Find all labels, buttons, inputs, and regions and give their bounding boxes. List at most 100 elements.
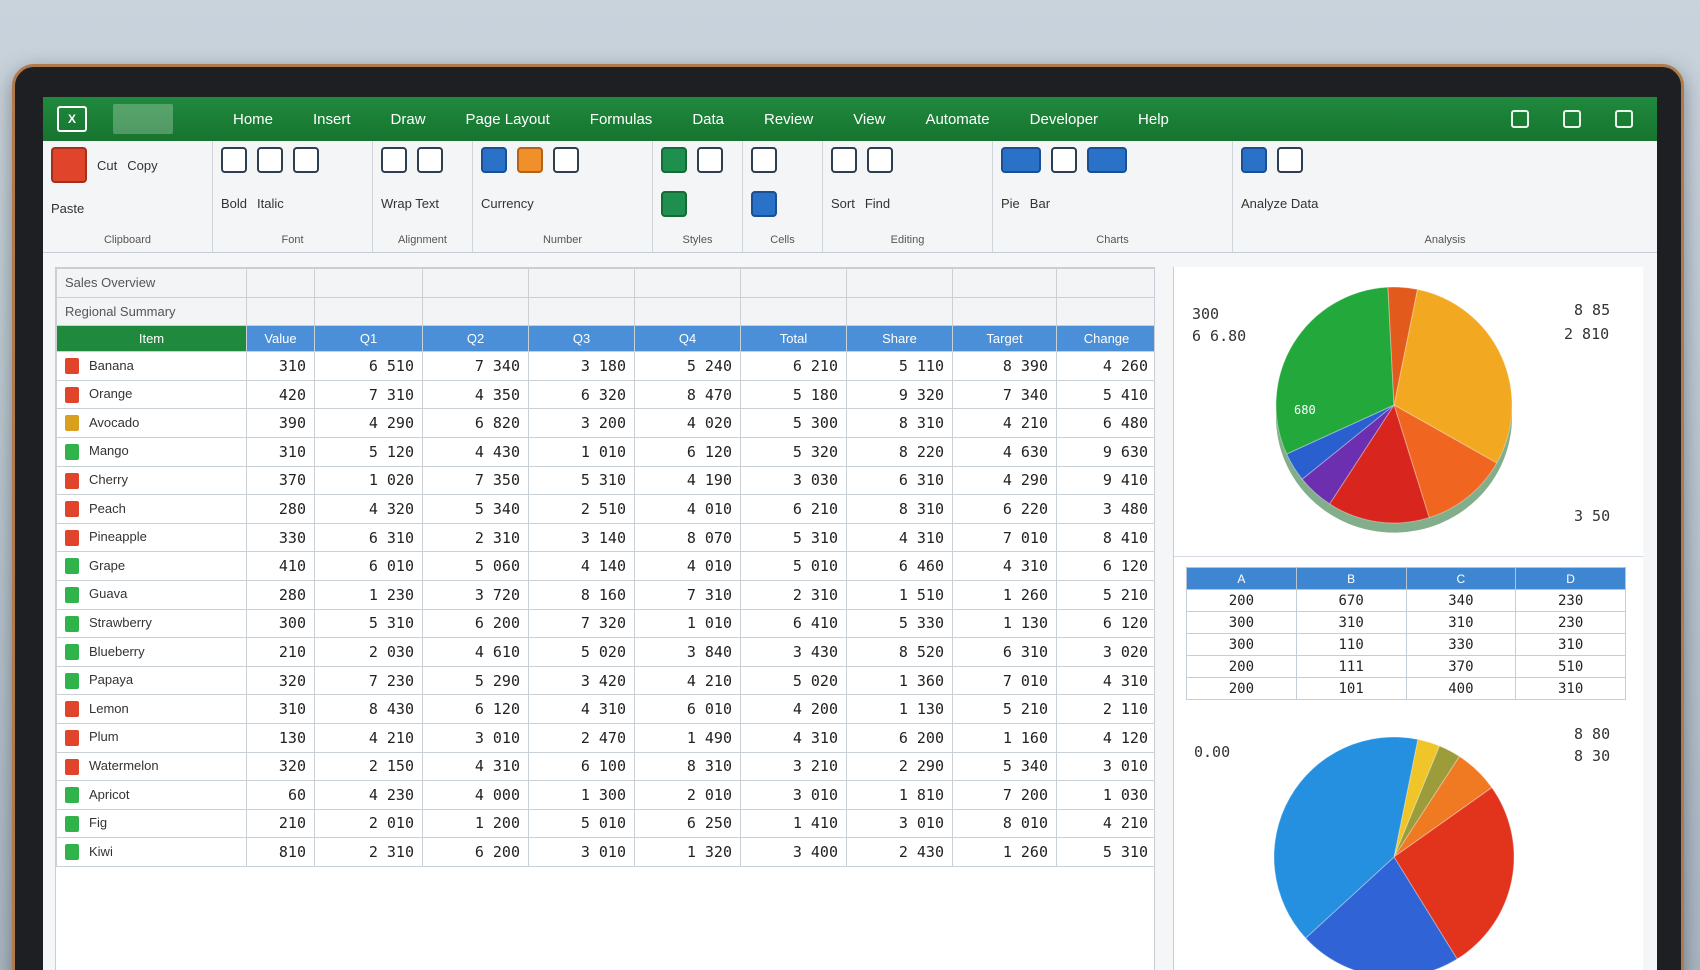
spreadsheet-icon[interactable]: X xyxy=(57,106,87,132)
paste-icon[interactable] xyxy=(51,147,87,183)
table-cell[interactable]: 2 310 xyxy=(422,522,529,553)
table-cell[interactable]: 2 470 xyxy=(528,722,635,753)
table-cell[interactable]: 6 010 xyxy=(634,694,741,724)
table-cell[interactable]: 6 200 xyxy=(422,837,529,867)
restore-icon[interactable] xyxy=(1563,110,1581,128)
table-cell[interactable]: 5 110 xyxy=(846,351,953,381)
row-name-cell[interactable]: Apricot xyxy=(56,780,247,810)
table-cell[interactable]: 5 320 xyxy=(740,436,847,467)
table-cell[interactable]: 7 200 xyxy=(952,780,1057,810)
table-cell[interactable]: 4 010 xyxy=(634,551,741,581)
table-cell[interactable]: 3 010 xyxy=(422,722,529,753)
menu-home[interactable]: Home xyxy=(213,111,293,128)
row-name-cell[interactable]: Banana xyxy=(56,351,247,381)
table-cell[interactable]: 4 350 xyxy=(422,379,529,410)
table-cell[interactable]: 6 200 xyxy=(422,608,529,639)
italic-icon[interactable] xyxy=(257,147,283,173)
table-cell[interactable]: 5 010 xyxy=(740,551,847,581)
paste-button[interactable]: Paste xyxy=(51,201,204,216)
row-name-cell[interactable]: Peach xyxy=(56,494,247,524)
table-cell[interactable]: 5 010 xyxy=(528,808,635,839)
table-cell[interactable]: 5 210 xyxy=(952,694,1057,724)
table-cell[interactable]: 4 630 xyxy=(952,436,1057,467)
table-cell[interactable]: 2 010 xyxy=(634,780,741,810)
table-cell[interactable]: 7 340 xyxy=(952,379,1057,410)
table-cell[interactable]: 6 200 xyxy=(846,722,953,753)
table-cell[interactable]: 4 190 xyxy=(634,465,741,496)
table-cell[interactable]: 5 020 xyxy=(528,637,635,667)
table-cell[interactable]: 1 510 xyxy=(846,579,953,610)
table-cell[interactable]: 2 030 xyxy=(314,637,423,667)
column-header[interactable]: Share xyxy=(846,325,953,353)
column-header[interactable]: Q2 xyxy=(422,325,529,353)
table-cell[interactable]: 3 010 xyxy=(846,808,953,839)
sheet-title-cell[interactable]: Sales Overview xyxy=(56,268,247,298)
column-header[interactable]: D xyxy=(1515,567,1626,590)
table-cell[interactable]: 9 320 xyxy=(846,379,953,410)
row-name-cell[interactable]: Watermelon xyxy=(56,751,247,782)
table-cell[interactable]: 2 110 xyxy=(1056,694,1154,724)
menu-insert[interactable]: Insert xyxy=(293,111,371,128)
table-cell[interactable]: 4 210 xyxy=(634,665,741,696)
table-cell[interactable]: 4 430 xyxy=(422,436,529,467)
table-cell[interactable]: 310 xyxy=(246,436,315,467)
comma-icon[interactable] xyxy=(553,147,579,173)
menu-review[interactable]: Review xyxy=(744,111,833,128)
table-cell[interactable]: 300 xyxy=(1186,611,1297,634)
table-cell[interactable]: 5 310 xyxy=(528,465,635,496)
bold-button[interactable]: Bold xyxy=(221,196,247,211)
table-cell[interactable]: 7 010 xyxy=(952,665,1057,696)
bold-icon[interactable] xyxy=(221,147,247,173)
table-cell[interactable]: 60 xyxy=(246,780,315,810)
table-cell[interactable]: 3 020 xyxy=(1056,637,1154,667)
table-cell[interactable]: 310 xyxy=(246,351,315,381)
table-cell[interactable]: 4 120 xyxy=(1056,722,1154,753)
copy-button[interactable]: Copy xyxy=(127,158,157,173)
row-name-cell[interactable]: Orange xyxy=(56,379,247,410)
column-header[interactable]: Value xyxy=(246,325,315,353)
table-cell[interactable]: 320 xyxy=(246,751,315,782)
table-cell[interactable]: 7 350 xyxy=(422,465,529,496)
table-cell[interactable]: 3 840 xyxy=(634,637,741,667)
table-cell[interactable]: 2 430 xyxy=(846,837,953,867)
table-cell[interactable]: 3 210 xyxy=(740,751,847,782)
row-name-cell[interactable]: Cherry xyxy=(56,465,247,496)
table-cell[interactable]: 5 060 xyxy=(422,551,529,581)
row-name-cell[interactable]: Plum xyxy=(56,722,247,753)
table-cell[interactable]: 2 310 xyxy=(314,837,423,867)
table-cell[interactable]: 4 310 xyxy=(952,551,1057,581)
pie-chart-bottom[interactable]: 0.00 8 80 8 30 xyxy=(1174,697,1643,970)
table-cell[interactable]: 4 610 xyxy=(422,637,529,667)
table-cell[interactable]: 4 000 xyxy=(422,780,529,810)
menu-automate[interactable]: Automate xyxy=(905,111,1009,128)
table-cell[interactable]: 6 320 xyxy=(528,379,635,410)
chart-icon[interactable] xyxy=(1087,147,1127,173)
table-cell[interactable]: 310 xyxy=(1295,611,1407,634)
row-name-cell[interactable]: Lemon xyxy=(56,694,247,724)
menu-developer[interactable]: Developer xyxy=(1010,111,1118,128)
table-cell[interactable]: 111 xyxy=(1295,655,1407,678)
table-cell[interactable]: 8 310 xyxy=(634,751,741,782)
table-cell[interactable]: 230 xyxy=(1515,589,1626,612)
table-cell[interactable]: 6 220 xyxy=(952,494,1057,524)
table-cell[interactable]: 4 210 xyxy=(952,408,1057,438)
table-cell[interactable]: 300 xyxy=(246,608,315,639)
table-cell[interactable]: 4 320 xyxy=(314,494,423,524)
table-cell[interactable]: 280 xyxy=(246,494,315,524)
table-cell[interactable]: 6 460 xyxy=(846,551,953,581)
table-cell[interactable]: 230 xyxy=(1515,611,1626,634)
table-cell[interactable]: 410 xyxy=(246,551,315,581)
table-cell[interactable]: 5 330 xyxy=(846,608,953,639)
table-cell[interactable]: 4 200 xyxy=(740,694,847,724)
table-cell[interactable]: 1 010 xyxy=(528,436,635,467)
column-header[interactable]: Total xyxy=(740,325,847,353)
table-cell[interactable]: 5 180 xyxy=(740,379,847,410)
table-cell[interactable]: 5 340 xyxy=(422,494,529,524)
table-cell[interactable]: 370 xyxy=(246,465,315,496)
row-name-cell[interactable]: Pineapple xyxy=(56,522,247,553)
find-icon[interactable] xyxy=(867,147,893,173)
table-cell[interactable]: 8 410 xyxy=(1056,522,1154,553)
file-tab[interactable] xyxy=(113,104,173,134)
table-cell[interactable]: 7 310 xyxy=(634,579,741,610)
table-cell[interactable]: 810 xyxy=(246,837,315,867)
